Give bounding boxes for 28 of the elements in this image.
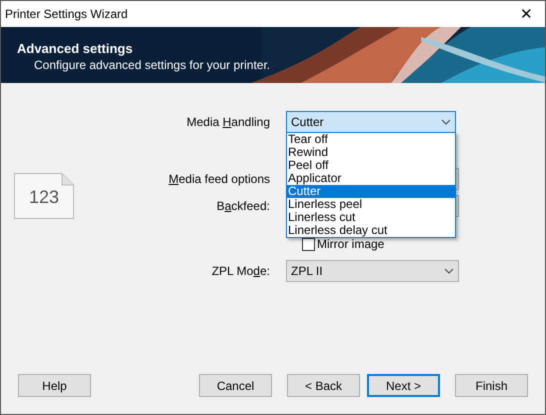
mirror-image-checkbox[interactable] <box>302 238 315 250</box>
field-label: Backfeed: <box>216 198 270 215</box>
dropdown-option[interactable]: Linerless delay cut <box>287 224 455 237</box>
field-label: Media feed options <box>168 171 270 188</box>
zpl-mode-dropdown[interactable]: ZPL II <box>286 260 459 282</box>
dialog-button[interactable]: Finish <box>455 374 528 397</box>
dropdown-option[interactable]: Applicator <box>287 172 455 185</box>
document-icon: 123 <box>14 173 74 219</box>
dialog-button[interactable]: Help <box>18 374 91 397</box>
chevron-down-icon <box>441 119 451 125</box>
field-label: Media Handling <box>186 114 270 131</box>
dropdown-option[interactable]: Cutter <box>287 185 455 198</box>
checkbox-label: Mirror image <box>317 238 384 250</box>
dropdown-option[interactable]: Linerless cut <box>287 211 455 224</box>
header-title: Advanced settings <box>17 41 134 57</box>
dialog-button[interactable]: Next > <box>367 374 440 397</box>
dropdown-option[interactable]: Rewind <box>287 146 455 159</box>
dropdown-option[interactable]: Linerless peel <box>287 198 455 211</box>
media-handling-dropdown[interactable]: Cutter <box>286 111 456 133</box>
window-title: Printer Settings Wizard <box>5 6 128 23</box>
header-subtitle: Configure advanced settings for your printer. <box>33 57 272 73</box>
dialog-button[interactable]: < Back <box>287 374 360 397</box>
dropdown-option[interactable]: Tear off <box>287 133 455 146</box>
field-label: ZPL Mode: <box>212 263 270 280</box>
dialog-button[interactable]: Cancel <box>199 374 272 397</box>
dropdown-option[interactable]: Peel off <box>287 159 455 172</box>
chevron-down-icon <box>444 268 454 274</box>
close-button[interactable]: ✕ <box>520 6 533 22</box>
